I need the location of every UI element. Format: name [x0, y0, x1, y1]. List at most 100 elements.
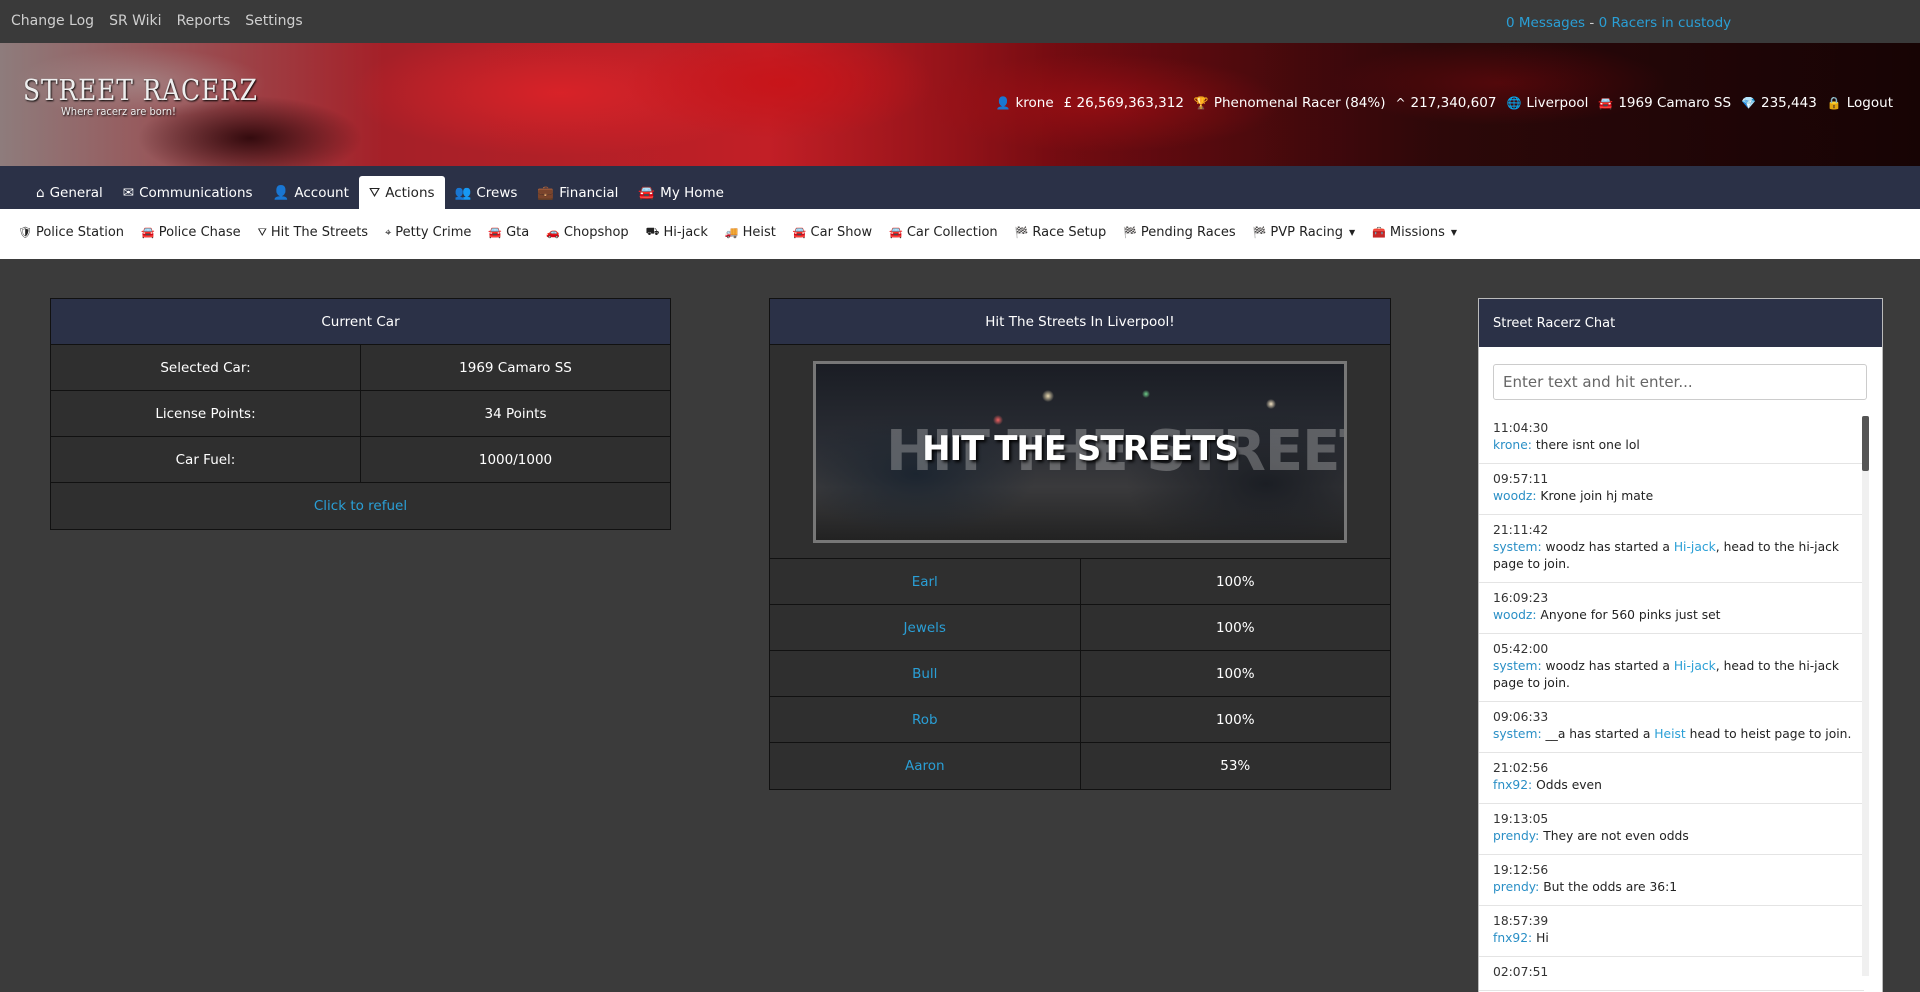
users-icon: 👥	[454, 184, 472, 201]
subnav-petty-crime[interactable]: ⌖ Petty Crime	[385, 225, 471, 240]
caret-down-icon: ▼	[1450, 228, 1457, 237]
subnav-police-chase[interactable]: 🚘 Police Chase	[141, 225, 241, 240]
logout-button[interactable]: 🔒 Logout	[1827, 95, 1893, 111]
stat-points: ^ 217,340,607	[1395, 95, 1496, 111]
target-success-rate: 100%	[1079, 697, 1391, 742]
reports-link[interactable]: Reports	[177, 13, 231, 29]
custody-link[interactable]: 0 Racers in custody	[1599, 15, 1732, 31]
settings-link[interactable]: Settings	[245, 13, 302, 29]
subnav-label: Car Collection	[906, 225, 998, 240]
message-time: 19:12:56	[1493, 863, 1549, 877]
subnav-car-show[interactable]: 🚘 Car Show	[793, 225, 872, 240]
subnav-chopshop[interactable]: 🚗 Chopshop	[546, 225, 628, 240]
flag-checkered-icon: 🏁	[1252, 226, 1267, 239]
car-icon: 🚘	[488, 226, 503, 239]
target-name-link[interactable]: Rob	[770, 697, 1080, 742]
target-name-link[interactable]: Jewels	[770, 605, 1080, 650]
message-text: Anyone for 560 pinks just set	[1536, 608, 1721, 622]
truck-icon: 🚚	[724, 226, 739, 239]
subnav-car-collection[interactable]: 🚘 Car Collection	[889, 225, 998, 240]
message-user[interactable]: system:	[1493, 727, 1542, 741]
logout-label: Logout	[1846, 95, 1893, 111]
message-user[interactable]: fnx92:	[1493, 931, 1532, 945]
message-user[interactable]: prendy:	[1493, 880, 1539, 894]
chat-messages[interactable]: 11:04:30 krone: there isnt one lol 09:57…	[1479, 413, 1864, 992]
subnav-gta[interactable]: 🚘 Gta	[488, 225, 529, 240]
change-log-link[interactable]: Change Log	[11, 13, 94, 29]
message-text: But the odds are 36:1	[1539, 880, 1678, 894]
logo-tagline: Where racerz are born!	[61, 105, 176, 118]
current-car-header: Current Car	[51, 299, 670, 345]
message-time: 21:11:42	[1493, 523, 1549, 537]
table-row: Rob 100%	[770, 697, 1390, 743]
messages-link[interactable]: 0 Messages	[1506, 15, 1585, 31]
toolbox-icon: 🧰	[1372, 226, 1386, 239]
stat-car[interactable]: 🚘 1969 Camaro SS	[1598, 95, 1731, 111]
message-user[interactable]: system:	[1493, 659, 1542, 673]
tab-account[interactable]: 👤 Account	[263, 176, 359, 209]
tab-crews[interactable]: 👥 Crews	[445, 176, 528, 209]
crosshairs-icon: ⌖	[385, 225, 392, 239]
target-name-link[interactable]: Earl	[770, 559, 1080, 604]
stat-rank: 🏆 Phenomenal Racer (84%)	[1194, 95, 1386, 111]
hi-jack-link[interactable]: Hi-jack	[1674, 659, 1716, 673]
message-user[interactable]: woodz:	[1493, 608, 1537, 622]
hi-jack-link[interactable]: Hi-jack	[1674, 540, 1716, 554]
refuel-link[interactable]: Click to refuel	[51, 483, 670, 529]
subnav-hit-the-streets[interactable]: ⛛ Hit The Streets	[258, 225, 368, 240]
subnav-heist[interactable]: 🚚 Heist	[725, 225, 776, 240]
tab-communications[interactable]: ✉ Communications	[113, 176, 263, 209]
points: 217,340,607	[1410, 95, 1497, 111]
message-time: 11:04:30	[1493, 421, 1549, 435]
tab-my-home[interactable]: 🚘 My Home	[628, 176, 734, 209]
hit-the-streets-banner-image: HIT THE STREETS HIT THE STREETS	[813, 360, 1347, 543]
sr-wiki-link[interactable]: SR Wiki	[109, 13, 162, 29]
subnav-pending-races[interactable]: 🏁 Pending Races	[1123, 225, 1235, 240]
message-body: woodz: Krone join hj mate	[1493, 488, 1854, 505]
subnav-label: Petty Crime	[395, 225, 472, 240]
selected-car-value: 1969 Camaro SS	[360, 345, 670, 390]
message-body: fnx92: Hi	[1493, 930, 1854, 947]
subnav-missions[interactable]: 🧰 Missions ▼	[1372, 225, 1457, 240]
tab-label: My Home	[660, 184, 724, 201]
tab-financial[interactable]: 💼 Financial	[527, 176, 628, 209]
tab-general[interactable]: ⌂ General	[26, 176, 113, 209]
subnav-pvp-racing[interactable]: 🏁 PVP Racing ▼	[1253, 225, 1356, 240]
chat-message: 19:13:05 prendy: They are not even odds	[1479, 804, 1864, 855]
streets-header: Hit The Streets In Liverpool!	[770, 299, 1390, 345]
trophy-icon: 🏆	[1193, 96, 1209, 110]
subnav-label: Car Show	[810, 225, 873, 240]
message-text: Hi	[1532, 931, 1549, 945]
chat-scrollbar-thumb[interactable]	[1862, 416, 1869, 471]
stat-location[interactable]: 🌐 Liverpool	[1506, 95, 1588, 111]
site-logo[interactable]: STREET RACERZ Where racerz are born!	[23, 73, 296, 118]
subnav-race-setup[interactable]: 🏁 Race Setup	[1015, 225, 1107, 240]
table-row: Jewels 100%	[770, 605, 1390, 651]
message-user[interactable]: woodz:	[1493, 489, 1537, 503]
logo-title: STREET RACERZ	[23, 73, 258, 107]
target-name-link[interactable]: Aaron	[770, 743, 1080, 789]
subnav-label: Heist	[742, 225, 776, 240]
chevron-up-icon: ^	[1395, 96, 1406, 110]
heist-link[interactable]: Heist	[1654, 727, 1685, 741]
subnav-hi-jack[interactable]: ⛟ Hi-jack	[646, 225, 708, 240]
table-row: Car Fuel: 1000/1000	[51, 437, 670, 483]
flag-checkered-icon: 🏁	[1014, 226, 1029, 239]
message-user[interactable]: prendy:	[1493, 829, 1539, 843]
message-user[interactable]: krone:	[1493, 438, 1532, 452]
car-icon: 🚘	[141, 226, 155, 239]
tab-actions[interactable]: ⛛ Actions	[358, 176, 445, 209]
chat-message: 05:42:00 system: woodz has started a Hi-…	[1479, 634, 1864, 702]
table-row: Earl 100%	[770, 559, 1390, 605]
chat-message: 19:12:56 prendy: But the odds are 36:1	[1479, 855, 1864, 906]
chat-scrollbar[interactable]	[1862, 416, 1869, 976]
subnav-police-station[interactable]: 🛡 Police Station	[18, 225, 124, 240]
message-time: 09:06:33	[1493, 710, 1549, 724]
message-user[interactable]: system:	[1493, 540, 1542, 554]
message-user[interactable]: fnx92:	[1493, 778, 1532, 792]
chat-message: 11:04:30 krone: there isnt one lol	[1479, 413, 1864, 464]
subnav-label: Missions	[1389, 225, 1445, 240]
stat-username[interactable]: 👤 krone	[996, 95, 1054, 111]
chat-input[interactable]	[1493, 364, 1867, 400]
target-name-link[interactable]: Bull	[770, 651, 1080, 696]
